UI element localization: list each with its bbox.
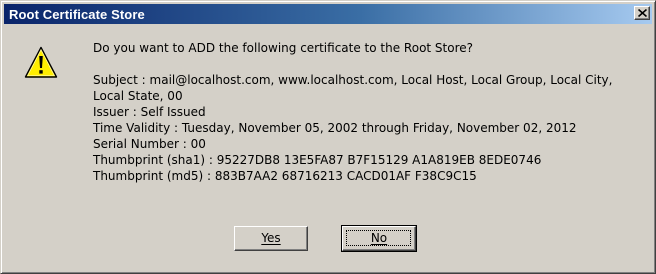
button-row: Yes No: [1, 225, 655, 252]
confirmation-question: Do you want to ADD the following certifi…: [93, 41, 474, 55]
no-button-label: No: [370, 231, 388, 245]
yes-button[interactable]: Yes: [234, 226, 308, 251]
window-title: Root Certificate Store: [9, 7, 145, 22]
thumbprint-md5-line: Thumbprint (md5) : 883B7AA2 68716213 CAC…: [93, 169, 477, 183]
warning-icon: [24, 46, 58, 78]
yes-button-label: Yes: [261, 231, 281, 245]
issuer-line: Issuer : Self Issued: [93, 105, 206, 119]
time-validity-line: Time Validity : Tuesday, November 05, 20…: [93, 121, 577, 135]
subject-line-continued: Local State, 00: [93, 89, 183, 103]
subject-line: Subject : mail@localhost.com, www.localh…: [93, 73, 613, 87]
title-bar[interactable]: Root Certificate Store: [4, 4, 652, 24]
no-button[interactable]: No: [341, 225, 417, 252]
message-content: Do you want to ADD the following certifi…: [93, 40, 648, 184]
thumbprint-sha1-line: Thumbprint (sha1) : 95227DB8 13E5FA87 B7…: [93, 153, 542, 167]
close-icon: [638, 9, 647, 17]
root-certificate-store-dialog: Root Certificate Store Do you want to AD…: [0, 0, 656, 274]
close-button[interactable]: [634, 6, 650, 20]
serial-number-line: Serial Number : 00: [93, 137, 206, 151]
